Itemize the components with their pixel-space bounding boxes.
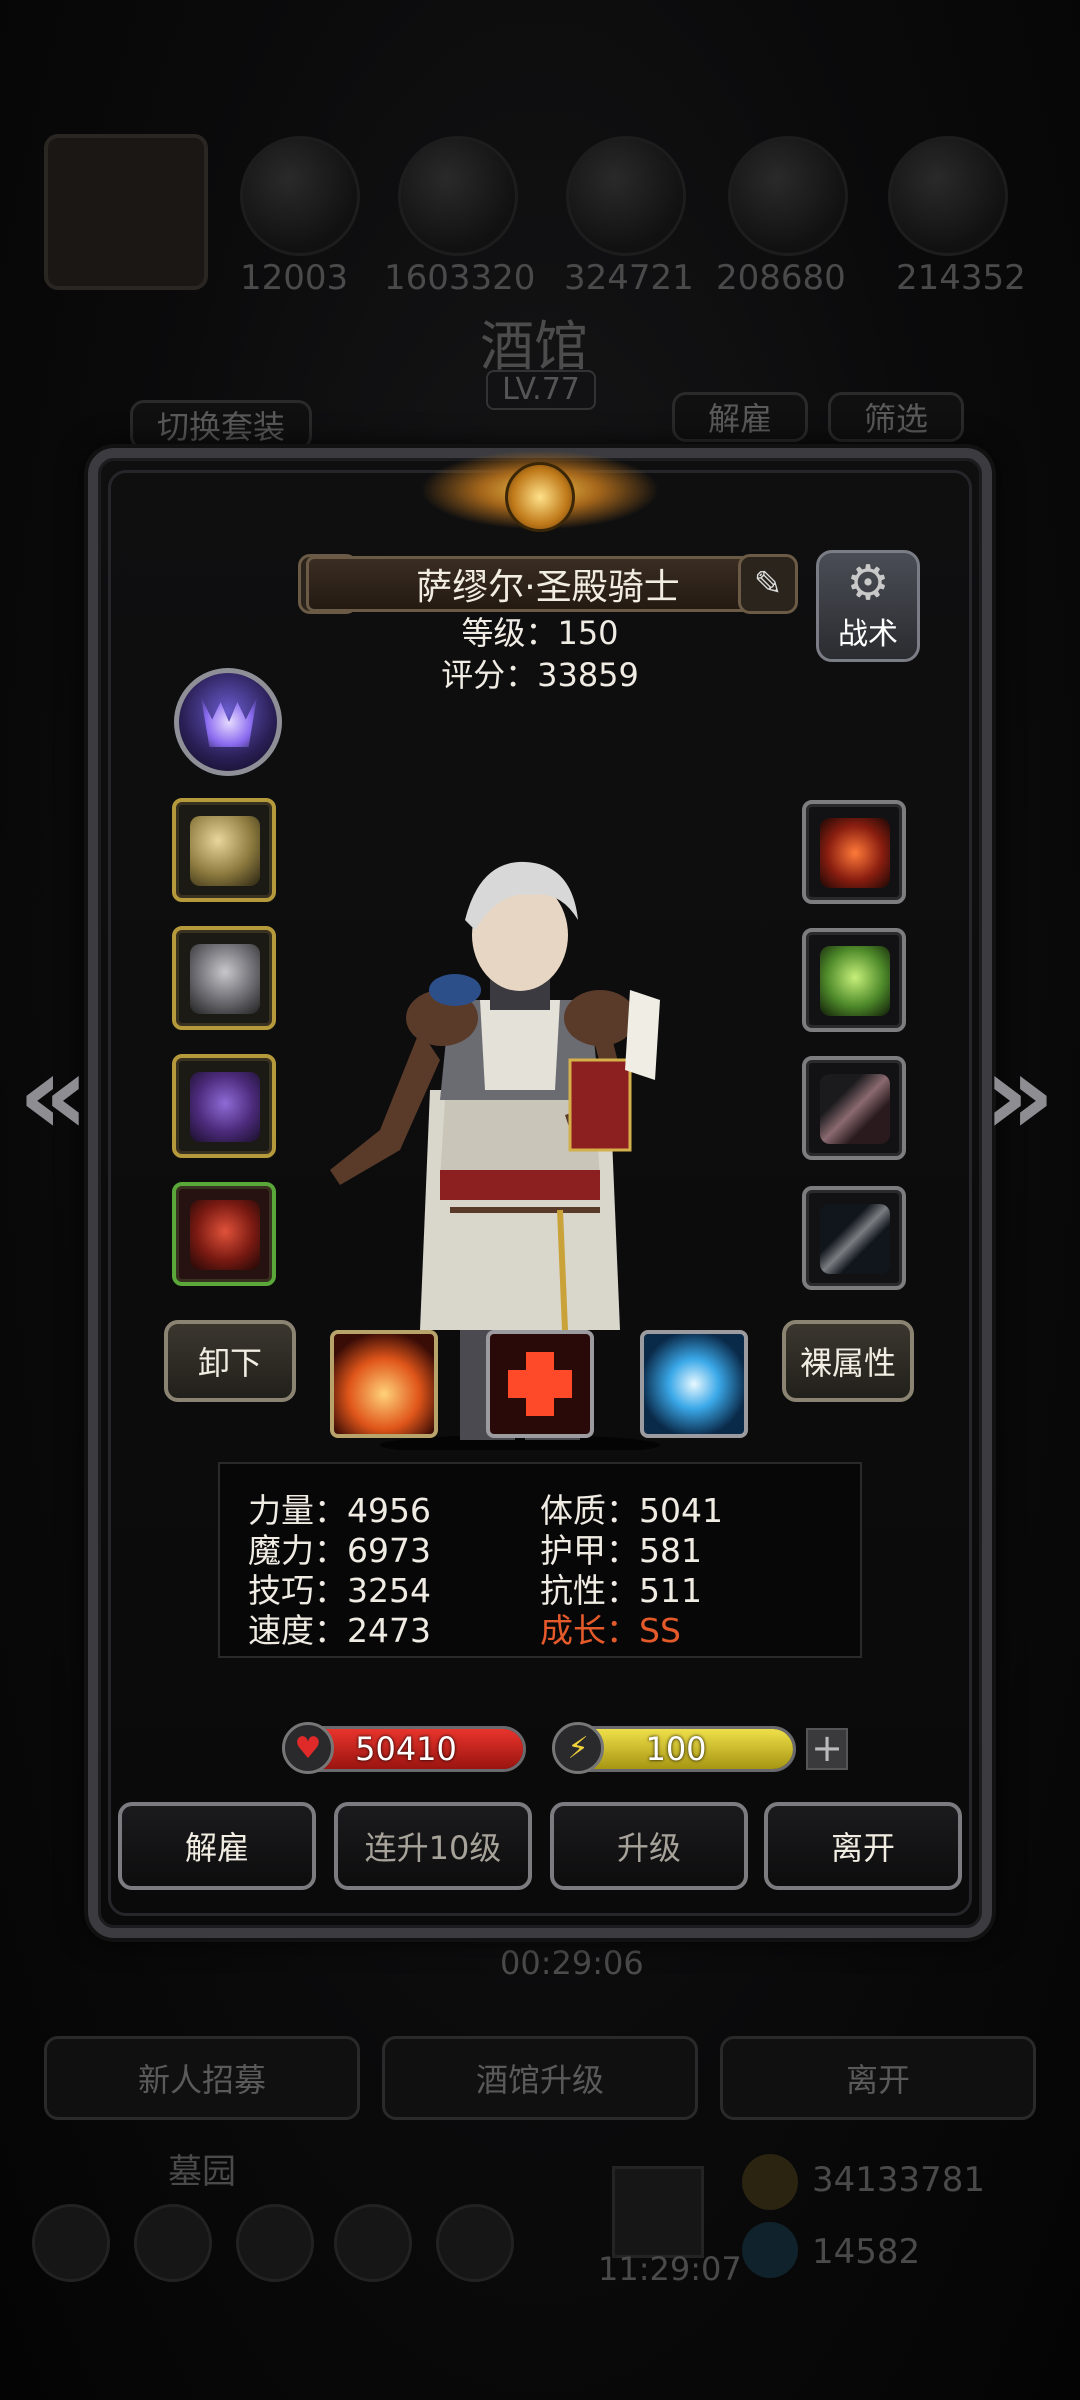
attr-growth: 成长：SS xyxy=(540,1611,681,1650)
hero-level: 等级：150 xyxy=(461,614,619,652)
resource-icon xyxy=(566,136,686,256)
menu-icon[interactable] xyxy=(32,2204,110,2282)
gauntlet-icon xyxy=(190,1200,260,1270)
hammer-icon xyxy=(190,816,260,886)
tavern-avatar xyxy=(44,134,208,290)
rename-button[interactable]: ✎ xyxy=(738,554,798,614)
prev-hero-arrow-icon[interactable]: « xyxy=(18,1040,89,1150)
gem-amount: 14582 xyxy=(812,2232,921,2272)
helm-icon xyxy=(190,1072,260,1142)
gem-icon xyxy=(742,2222,798,2278)
equip-slot-ring[interactable] xyxy=(802,800,906,904)
lightning-icon: ⚡ xyxy=(552,1722,604,1774)
equip-slot-helm[interactable] xyxy=(172,1054,276,1158)
passive-skill-orb-icon[interactable] xyxy=(174,668,282,776)
graveyard-label: 墓园 xyxy=(168,2152,236,2192)
resource-icon xyxy=(240,136,360,256)
bg-leave-button[interactable]: 离开 xyxy=(720,2036,1036,2120)
skill-eye-icon[interactable] xyxy=(640,1330,748,1438)
equip-slot-offhand[interactable] xyxy=(802,1186,906,1290)
skill-heal-cross-icon[interactable] xyxy=(486,1330,594,1438)
resource-count: 208680 xyxy=(716,258,846,298)
gold-amount: 34133781 xyxy=(812,2160,986,2200)
next-hero-arrow-icon[interactable]: » xyxy=(984,1040,1055,1150)
menu-icon[interactable] xyxy=(334,2204,412,2282)
filter-button[interactable]: 筛选 xyxy=(828,392,964,442)
mace-icon xyxy=(820,1204,890,1274)
tavern-upgrade-button[interactable]: 酒馆升级 xyxy=(382,2036,698,2120)
flame-ring-icon xyxy=(820,818,890,888)
menu-icon[interactable] xyxy=(134,2204,212,2282)
resource-icon xyxy=(398,136,518,256)
hero-score: 评分：33859 xyxy=(441,656,639,694)
skill-fire-burst-icon[interactable] xyxy=(330,1330,438,1438)
menu-icon[interactable] xyxy=(236,2204,314,2282)
edit-icon: ✎ xyxy=(753,564,783,604)
switch-outfit-button[interactable]: 切换套装 xyxy=(130,400,312,450)
resource-count: 324721 xyxy=(564,258,694,298)
upgrade-button[interactable]: 升级 xyxy=(550,1802,748,1890)
bare-stats-button[interactable]: 裸属性 xyxy=(782,1320,914,1402)
upgrade-10-levels-button[interactable]: 连升10级 xyxy=(334,1802,532,1890)
gift-icon[interactable] xyxy=(612,2166,704,2258)
equip-slot-trinket[interactable] xyxy=(802,1056,906,1160)
resource-icon xyxy=(728,136,848,256)
bg-dismiss-button[interactable]: 解雇 xyxy=(672,392,808,442)
equip-slot-weapon[interactable] xyxy=(172,798,276,902)
emblem-sun-icon xyxy=(505,462,575,532)
clock-text: 11:29:07 xyxy=(598,2250,742,2288)
equip-slot-gauntlet[interactable] xyxy=(172,1182,276,1286)
dismiss-button[interactable]: 解雇 xyxy=(118,1802,316,1890)
armor-icon xyxy=(190,944,260,1014)
hero-name: 萨缪尔·圣殿骑士 xyxy=(306,556,790,612)
recruit-button[interactable]: 新人招募 xyxy=(44,2036,360,2120)
resource-count: 214352 xyxy=(896,258,1026,298)
resource-icon xyxy=(888,136,1008,256)
heart-icon: ♥ xyxy=(282,1722,334,1774)
unequip-button[interactable]: 卸下 xyxy=(164,1320,296,1402)
gold-coin-icon xyxy=(742,2154,798,2210)
attr-speed: 速度：2473 xyxy=(248,1611,431,1650)
add-energy-button[interactable]: + xyxy=(806,1728,848,1770)
resource-count: 1603320 xyxy=(384,258,536,298)
leave-button[interactable]: 离开 xyxy=(764,1802,962,1890)
equip-slot-gem[interactable] xyxy=(802,928,906,1032)
equip-slot-armor[interactable] xyxy=(172,926,276,1030)
green-crystal-icon xyxy=(820,946,890,1016)
tavern-level: LV.77 xyxy=(486,370,596,410)
gear-icon: ⚙ xyxy=(846,555,890,611)
feather-shard-icon xyxy=(820,1074,890,1144)
recruit-timer: 00:29:06 xyxy=(500,1944,644,1982)
resource-count: 12003 xyxy=(240,258,349,298)
menu-icon[interactable] xyxy=(436,2204,514,2282)
